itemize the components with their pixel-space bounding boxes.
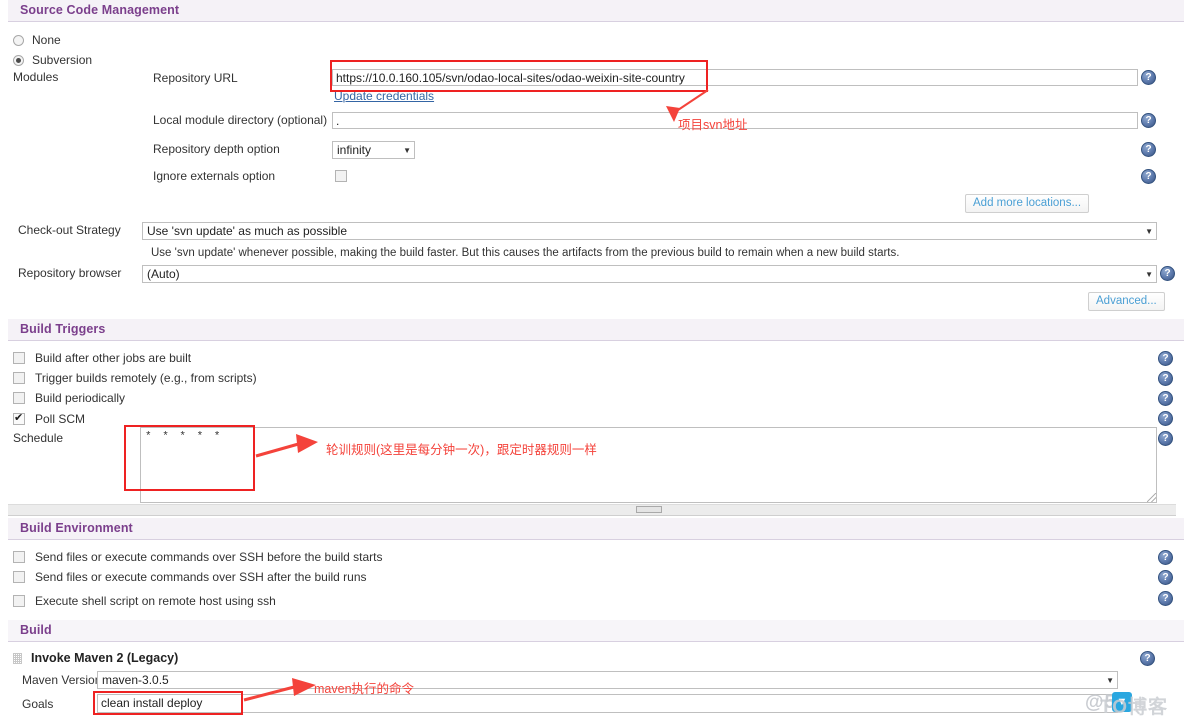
goals-input[interactable]: clean install deploy xyxy=(97,694,1118,713)
env-label-1: Send files or execute commands over SSH … xyxy=(35,570,367,584)
help-icon-repository-url[interactable]: ? xyxy=(1141,70,1156,85)
section-title-build: Build xyxy=(20,623,52,637)
chevron-down-icon: ▼ xyxy=(1106,675,1114,685)
help-icon-shell-remote-host[interactable]: ? xyxy=(1158,591,1173,606)
update-credentials-link[interactable]: Update credentials xyxy=(334,89,434,103)
scm-radio-none-label: None xyxy=(32,33,61,47)
ignore-externals-label: Ignore externals option xyxy=(153,169,276,183)
env-label-0: Send files or execute commands over SSH … xyxy=(35,550,383,564)
checkout-strategy-value: Use 'svn update' as much as possible xyxy=(147,224,348,238)
repository-browser-value: (Auto) xyxy=(147,267,180,281)
repository-depth-select[interactable]: infinity ▼ xyxy=(332,141,415,159)
checkout-strategy-label: Check-out Strategy xyxy=(18,223,121,237)
help-icon-ssh-after-build[interactable]: ? xyxy=(1158,570,1173,585)
add-more-locations-button[interactable]: Add more locations... xyxy=(965,194,1090,213)
env-ssh-after-build[interactable]: Send files or execute commands over SSH … xyxy=(13,570,367,584)
repository-url-label: Repository URL xyxy=(153,71,238,85)
checkbox-build-after-other-jobs[interactable] xyxy=(13,352,25,364)
scm-radio-none[interactable]: None xyxy=(13,33,61,47)
help-icon-ssh-before-build[interactable]: ? xyxy=(1158,550,1173,565)
repository-browser-label: Repository browser xyxy=(18,266,122,280)
section-header-build-environment: Build Environment xyxy=(8,518,1184,540)
maven-version-value: maven-3.0.5 xyxy=(102,673,169,687)
horizontal-scrollbar-thumb[interactable] xyxy=(636,506,662,513)
build-step-invoke-maven[interactable]: Invoke Maven 2 (Legacy) xyxy=(13,651,178,665)
repository-depth-label: Repository depth option xyxy=(153,142,280,156)
local-module-directory-label: Local module directory (optional) xyxy=(153,113,328,127)
repository-url-input[interactable]: https://10.0.160.105/svn/odao-local-site… xyxy=(332,69,1138,86)
watermark-text-after: TO博客 xyxy=(1100,697,1169,718)
maven-version-select[interactable]: maven-3.0.5 ▼ xyxy=(97,671,1118,689)
chevron-down-icon: ▼ xyxy=(1145,226,1153,236)
help-icon-ignore-externals[interactable]: ? xyxy=(1141,169,1156,184)
env-ssh-before-build[interactable]: Send files or execute commands over SSH … xyxy=(13,550,383,564)
annotation-text-schedule: 轮训规则(这里是每分钟一次)，跟定时器规则一样 xyxy=(326,443,597,457)
checkbox-trigger-builds-remotely[interactable] xyxy=(13,372,25,384)
scm-modules-label: Modules xyxy=(13,70,59,84)
checkbox-ssh-after-build[interactable] xyxy=(13,571,25,583)
repository-depth-value: infinity xyxy=(337,143,372,157)
schedule-label: Schedule xyxy=(13,431,64,445)
repository-browser-select[interactable]: (Auto) ▼ xyxy=(142,265,1157,283)
checkbox-ssh-before-build[interactable] xyxy=(13,551,25,563)
env-label-2: Execute shell script on remote host usin… xyxy=(35,594,276,608)
section-title-build-environment: Build Environment xyxy=(20,521,133,535)
section-header-build-triggers: Build Triggers xyxy=(8,319,1184,341)
radio-none[interactable] xyxy=(13,34,24,46)
ignore-externals-checkbox[interactable] xyxy=(335,170,347,182)
section-header-build: Build xyxy=(8,620,1184,642)
help-icon-local-module-directory[interactable]: ? xyxy=(1141,113,1156,128)
goals-label: Goals xyxy=(22,697,54,711)
trigger-build-remotely[interactable]: Trigger builds remotely (e.g., from scri… xyxy=(13,371,257,385)
help-icon-poll-scm[interactable]: ? xyxy=(1158,411,1173,426)
trigger-label-1: Trigger builds remotely (e.g., from scri… xyxy=(35,371,257,385)
scm-radio-subversion-label: Subversion xyxy=(32,53,93,67)
scm-radio-subversion[interactable]: Subversion xyxy=(13,53,92,67)
env-shell-remote-host[interactable]: Execute shell script on remote host usin… xyxy=(13,594,276,608)
section-title-build-triggers: Build Triggers xyxy=(20,322,106,336)
trigger-build-periodically[interactable]: Build periodically xyxy=(13,391,125,405)
help-icon-build-periodically[interactable]: ? xyxy=(1158,391,1173,406)
annotation-text-repository-url: 项目svn地址 xyxy=(678,118,748,132)
radio-subversion[interactable] xyxy=(13,54,24,66)
build-step-title: Invoke Maven 2 (Legacy) xyxy=(31,651,179,665)
advanced-button[interactable]: Advanced... xyxy=(1088,292,1165,311)
section-title-scm: Source Code Management xyxy=(20,3,180,17)
trigger-label-0: Build after other jobs are built xyxy=(35,351,192,365)
schedule-resize-grip[interactable] xyxy=(1147,493,1157,503)
chevron-down-icon: ▼ xyxy=(1145,269,1153,279)
help-icon-repository-depth[interactable]: ? xyxy=(1141,142,1156,157)
help-icon-repository-browser[interactable]: ? xyxy=(1160,266,1175,281)
help-icon-invoke-maven[interactable]: ? xyxy=(1140,651,1155,666)
trigger-label-2: Build periodically xyxy=(35,391,126,405)
checkbox-poll-scm[interactable] xyxy=(13,411,25,425)
maven-version-label: Maven Version xyxy=(22,673,102,687)
trigger-poll-scm[interactable]: Poll SCM xyxy=(13,411,86,426)
trigger-label-3: Poll SCM xyxy=(35,412,86,426)
checkbox-build-periodically[interactable] xyxy=(13,392,25,404)
trigger-build-after-other-jobs[interactable]: Build after other jobs are built xyxy=(13,351,191,365)
drag-handle-icon[interactable] xyxy=(13,652,22,664)
help-icon-build-after-other-jobs[interactable]: ? xyxy=(1158,351,1173,366)
section-header-scm: Source Code Management xyxy=(8,0,1184,22)
checkout-strategy-description: Use 'svn update' whenever possible, maki… xyxy=(151,247,900,259)
help-icon-schedule[interactable]: ? xyxy=(1158,431,1173,446)
help-icon-trigger-builds-remotely[interactable]: ? xyxy=(1158,371,1173,386)
horizontal-scrollbar[interactable] xyxy=(8,504,1176,516)
schedule-textarea[interactable]: * * * * * xyxy=(140,427,1157,503)
chevron-down-icon: ▼ xyxy=(403,145,411,155)
checkbox-shell-remote-host[interactable] xyxy=(13,595,25,607)
annotation-text-goals: maven执行的命令 xyxy=(314,682,415,696)
checkout-strategy-select[interactable]: Use 'svn update' as much as possible ▼ xyxy=(142,222,1157,240)
